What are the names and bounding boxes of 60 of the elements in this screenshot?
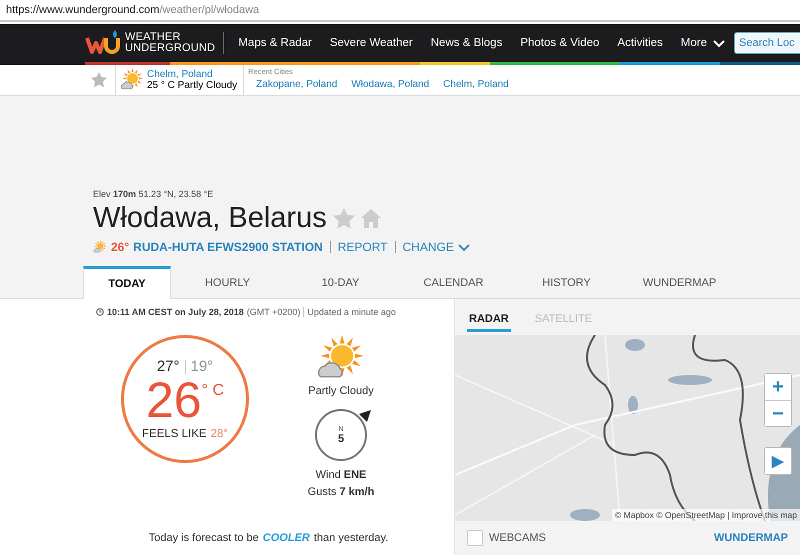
wind-direction: Wind ENE [316,469,366,481]
clock-icon [96,308,104,316]
tab[interactable]: HOURLY [171,266,284,299]
high-temperature: 27° [156,358,180,375]
sun-cloud-icon [120,68,144,92]
map-attribution[interactable]: © Mapbox © OpenStreetMap | Improve this map [612,509,800,521]
wind-arrow-icon [359,410,371,422]
station-temperature: 26° [111,240,130,254]
webcams-label: WEBCAMS [489,532,546,544]
more-menu[interactable]: More [672,37,734,49]
report-link[interactable]: REPORT [338,240,388,254]
current-conditions: 25 ° C Partly Cloudy [147,80,238,91]
timezone: (GMT +0200) [246,307,300,317]
forecast-text: Today is forecast to be [148,532,259,544]
low-temperature: 19° [190,358,214,375]
sun-cloud-icon [93,240,107,254]
tab[interactable]: TODAY [83,266,171,299]
chevron-down-icon [713,38,725,48]
elevation-text: Elev 170m 51.23 °N, 23.58 °E [93,189,214,199]
nav-link[interactable]: Maps & Radar [229,37,321,49]
play-button[interactable]: ▶ [765,448,791,474]
star-icon [332,208,355,229]
change-link[interactable]: CHANGE [402,240,454,254]
recent-city-link[interactable]: Chelm, Poland [443,79,509,90]
wind-speed: 5 [338,432,344,444]
chevron-down-icon [458,242,470,252]
logo-icon [85,30,121,56]
forecast-comparison: COOLER [262,532,310,544]
webcams-checkbox[interactable] [467,530,483,546]
current-temperature: 26 [146,375,202,425]
star-icon [91,72,107,88]
tab[interactable]: 10-DAY [284,266,397,299]
logo-text: WEATHER [125,32,182,43]
feels-like-label: FEELS LIKE [142,428,207,440]
wundermap-link[interactable]: WUNDERMAP [714,532,788,544]
address-bar[interactable]: https://www.wunderground.com/weather/pl/włodawa [6,4,260,16]
wind-gusts: Gusts 7 km/h [308,486,374,498]
forecast-text: than yesterday. [314,532,388,544]
home-icon [360,209,381,228]
station-link[interactable]: RUDA-HUTA EFWS2900 STATION [133,240,323,254]
logo-text: UNDERGROUND [125,43,216,54]
update-status: Updated a minute ago [307,307,396,317]
nav-link[interactable]: Severe Weather [320,37,422,49]
city-title: Włodawa, Belarus [93,202,327,235]
nav-link[interactable]: Activities [608,37,672,49]
nav-link[interactable]: Photos & Video [511,37,608,49]
nav-link[interactable]: News & Blogs [422,37,512,49]
map-tab[interactable]: RADAR [467,306,511,332]
temperature-unit: ° C [202,383,224,401]
tab[interactable]: CALENDAR [397,266,510,299]
feels-like-temperature: 28° [210,428,228,440]
condition-label: Partly Cloudy [308,385,374,397]
tab[interactable]: HISTORY [510,266,623,299]
recent-city-link[interactable]: Zakopane, Poland [256,79,338,90]
city-link[interactable]: Chelm, Poland [147,69,238,80]
search-field[interactable]: Search Loc [734,32,800,54]
tab[interactable]: WUNDERMAP [623,266,736,299]
recent-city-link[interactable]: Włodawa, Poland [351,79,430,90]
zoom-out-button[interactable]: − [765,400,791,426]
observation-time: 10:11 AM CEST on July 28, 2018 [107,307,244,317]
